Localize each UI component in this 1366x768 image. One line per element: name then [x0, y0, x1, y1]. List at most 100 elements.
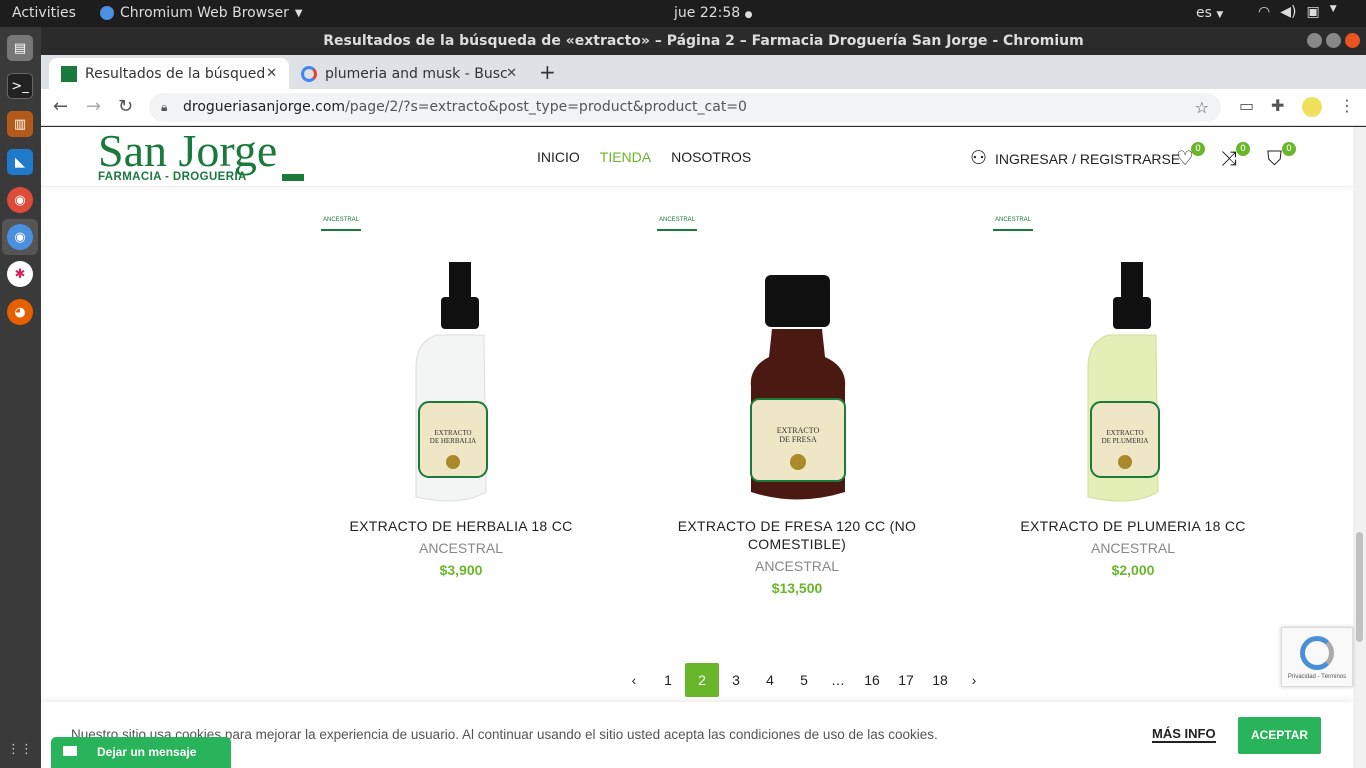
- user-icon: ⚇: [970, 148, 988, 169]
- product-name[interactable]: EXTRACTO DE FRESA 120 CC (NO COMESTIBLE): [647, 517, 947, 553]
- more-info-link[interactable]: MÁS INFO: [1152, 726, 1216, 743]
- leave-message-button[interactable]: Dejar un mensaje: [51, 737, 231, 768]
- browser-toolbar: ← → ↻ 🔒︎ drogueriasanjorge.com/page/2/?s…: [41, 89, 1366, 126]
- bottle-label-text: DE HERBALIA: [430, 437, 476, 445]
- account-label: INGRESAR / REGISTRARSE: [995, 150, 1181, 167]
- page-link[interactable]: 5: [787, 663, 821, 697]
- product-price: $3,900: [439, 562, 483, 578]
- vscode-icon[interactable]: ◣: [7, 149, 33, 175]
- bottle-label-text: EXTRACTO: [777, 426, 820, 435]
- envelope-icon: [63, 746, 77, 756]
- language-indicator[interactable]: es ▼: [1196, 5, 1223, 21]
- chromium-icon: [100, 6, 114, 20]
- wifi-icon: ◠: [1258, 4, 1271, 20]
- cast-icon[interactable]: ▭: [1239, 96, 1254, 115]
- lock-icon[interactable]: 🔒︎: [161, 93, 167, 122]
- software-icon[interactable]: ▥: [7, 111, 33, 137]
- product-card[interactable]: ANCESTRAL EXTRACTO DE PLUMERIA EXTRACTO …: [983, 217, 1283, 578]
- system-top-bar: Activities Chromium Web Browser ▼ jue 22…: [0, 0, 1366, 27]
- volume-icon: ◀): [1280, 4, 1297, 20]
- back-button[interactable]: ←: [53, 96, 68, 117]
- bottle-label-text: EXTRACTO: [434, 429, 471, 437]
- product-image[interactable]: EXTRACTO DE FRESA: [647, 217, 947, 517]
- new-tab-button[interactable]: +: [539, 60, 556, 84]
- tab-title: Resultados de la búsqued: [85, 65, 266, 82]
- product-price: $2,000: [1111, 562, 1155, 578]
- product-card[interactable]: ANCESTRAL EXTRACTO DE HERBALIA EXTRACTO …: [311, 217, 611, 578]
- site-favicon-icon: [61, 65, 77, 82]
- maximize-icon[interactable]: [1326, 33, 1341, 48]
- close-tab-icon[interactable]: ✕: [266, 66, 277, 81]
- page-link[interactable]: 4: [753, 663, 787, 697]
- pagination: ‹ 1 2 3 4 5 … 16 17 18 ›: [617, 663, 991, 697]
- battery-icon: ▣: [1306, 4, 1320, 20]
- activities-button[interactable]: Activities: [12, 5, 76, 21]
- chevron-down-icon: ▼: [294, 7, 303, 19]
- product-name[interactable]: EXTRACTO DE HERBALIA 18 CC: [311, 517, 611, 535]
- close-window-icon[interactable]: [1345, 33, 1360, 48]
- product-brand[interactable]: ANCESTRAL: [983, 540, 1283, 556]
- prev-page-chevron-icon[interactable]: ‹: [617, 663, 651, 697]
- profile-avatar[interactable]: [1302, 97, 1322, 117]
- product-image[interactable]: EXTRACTO DE PLUMERIA: [983, 217, 1283, 517]
- page-link[interactable]: 18: [923, 663, 957, 697]
- chrome-icon[interactable]: ◉: [7, 187, 33, 213]
- cookie-notice: Nuestro sitio usa cookies para mejorar l…: [41, 702, 1353, 768]
- chevron-down-icon: ▼: [1216, 10, 1224, 20]
- menu-icon[interactable]: ⋮: [1339, 96, 1355, 115]
- app-menu[interactable]: Chromium Web Browser ▼: [100, 5, 303, 21]
- tab-google-search[interactable]: plumeria and musk - Busc ✕: [289, 58, 529, 89]
- compare-shuffle-icon[interactable]: ⤨: [1221, 146, 1237, 170]
- clock[interactable]: jue 22:58 ●: [674, 5, 752, 21]
- next-page-chevron-icon[interactable]: ›: [957, 663, 991, 697]
- extensions-icon[interactable]: ✚: [1271, 96, 1284, 115]
- slack-icon[interactable]: ✱: [7, 261, 33, 287]
- page-scrollbar[interactable]: [1353, 127, 1366, 768]
- bottle-illustration: EXTRACTO DE FRESA: [750, 275, 846, 500]
- page-link[interactable]: 3: [719, 663, 753, 697]
- tab-search-results[interactable]: Resultados de la búsqued ✕: [49, 58, 289, 89]
- chromium-icon[interactable]: ◉: [7, 224, 33, 250]
- cart-bag-icon[interactable]: ⛉: [1267, 146, 1282, 170]
- accept-cookies-button[interactable]: ACEPTAR: [1238, 717, 1321, 754]
- minimize-icon[interactable]: [1307, 33, 1322, 48]
- product-card[interactable]: ANCESTRAL EXTRACTO DE FRESA EXTRACTO DE …: [647, 217, 947, 596]
- bottle-label-text: EXTRACTO: [1106, 429, 1143, 437]
- nav-inicio[interactable]: INICIO: [537, 149, 580, 165]
- system-tray[interactable]: ◠ ◀) ▣ ▼: [1258, 4, 1337, 20]
- forward-button[interactable]: →: [86, 96, 101, 117]
- chat-label: Dejar un mensaje: [97, 745, 197, 759]
- nav-nosotros[interactable]: NOSOTROS: [671, 149, 751, 165]
- files-icon[interactable]: ▤: [7, 35, 33, 61]
- bookmark-star-icon[interactable]: ☆: [1195, 93, 1209, 122]
- google-favicon-icon: [301, 65, 317, 82]
- page-link[interactable]: 17: [889, 663, 923, 697]
- page-ellipsis: …: [831, 672, 845, 688]
- product-brand[interactable]: ANCESTRAL: [311, 540, 611, 556]
- firefox-icon[interactable]: ◕: [7, 299, 33, 325]
- reload-button[interactable]: ↻: [118, 96, 133, 117]
- recaptcha-icon: [1300, 636, 1334, 670]
- address-bar[interactable]: 🔒︎ drogueriasanjorge.com/page/2/?s=extra…: [149, 93, 1221, 122]
- bottle-label-text: DE FRESA: [779, 435, 817, 444]
- show-apps-icon[interactable]: ⋮⋮: [7, 736, 33, 762]
- product-image[interactable]: EXTRACTO DE HERBALIA: [311, 217, 611, 517]
- product-price: $13,500: [771, 580, 823, 596]
- product-brand[interactable]: ANCESTRAL: [647, 558, 947, 574]
- site-logo[interactable]: San Jorge FARMACIA - DROGUERIA: [98, 127, 304, 183]
- terminal-icon[interactable]: >_: [7, 73, 33, 99]
- page-link[interactable]: 1: [651, 663, 685, 697]
- tab-title: plumeria and musk - Busc: [325, 65, 508, 82]
- product-name[interactable]: EXTRACTO DE PLUMERIA 18 CC: [983, 517, 1283, 535]
- page-link[interactable]: 16: [855, 663, 889, 697]
- account-link[interactable]: ⚇ INGRESAR / REGISTRARSE: [970, 147, 1180, 170]
- close-tab-icon[interactable]: ✕: [506, 66, 517, 81]
- scrollbar-thumb[interactable]: [1356, 532, 1363, 642]
- bottle-label-text: DE PLUMERIA: [1102, 437, 1149, 445]
- logo-name: San Jorge: [98, 127, 278, 176]
- nav-tienda[interactable]: TIENDA: [600, 149, 651, 165]
- recaptcha-badge[interactable]: Privacidad - Términos: [1281, 627, 1353, 687]
- recaptcha-text: Privacidad - Términos: [1287, 674, 1347, 680]
- bottle-illustration: EXTRACTO DE PLUMERIA: [1087, 262, 1160, 502]
- main-nav: INICIO TIENDA NOSOTROS: [537, 149, 751, 165]
